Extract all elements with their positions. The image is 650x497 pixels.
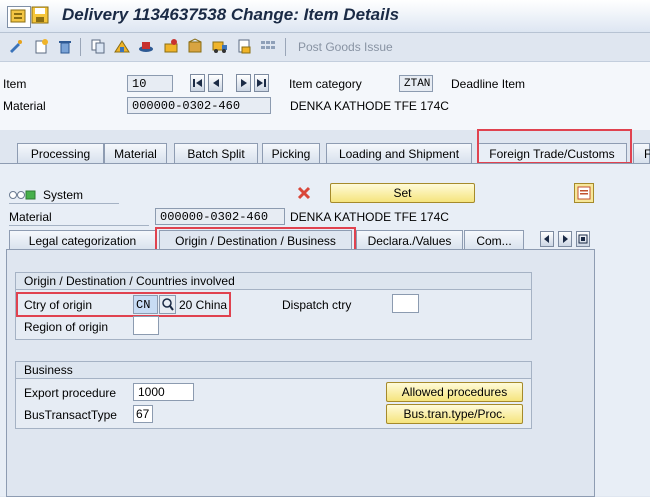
tab-processing[interactable]: Processing	[17, 143, 104, 163]
dispatch-ctry-field[interactable]	[392, 294, 419, 313]
dispatch-ctry-label: Dispatch ctry	[282, 298, 352, 312]
tools-icon[interactable]	[163, 38, 179, 54]
item-header	[0, 62, 650, 130]
grid-icon[interactable]	[260, 38, 276, 54]
item-category-text: Deadline Item	[451, 77, 526, 91]
material-text: DENKA KATHODE TFE 174C	[290, 99, 449, 113]
vehicle-icon[interactable]	[212, 38, 228, 54]
subtab-legal-categorization[interactable]: Legal categorization	[9, 230, 156, 250]
next-item-button[interactable]	[236, 74, 251, 92]
allowed-procedures-button[interactable]: Allowed procedures	[386, 382, 523, 402]
scroll-right-tabs-button[interactable]	[558, 231, 572, 247]
tab-more[interactable]: F	[633, 143, 650, 163]
previous-item-button[interactable]	[208, 74, 223, 92]
new-item-icon[interactable]	[33, 38, 49, 54]
scroll-left-tabs-button[interactable]	[540, 231, 554, 247]
origin-group-title: Origin / Destination / Countries involve…	[16, 273, 531, 290]
window-title: Delivery 1134637538 Change: Item Details	[62, 5, 400, 24]
first-item-button[interactable]	[190, 74, 205, 92]
hierarchy-icon[interactable]	[114, 38, 130, 54]
item-category-field[interactable]: ZTAN	[399, 75, 433, 92]
material-label: Material	[3, 99, 46, 113]
highlight-foreign-trade-tab	[477, 129, 632, 164]
subtab-declara-values[interactable]: Declara./Values	[356, 230, 463, 250]
export-procedure-field[interactable]: 1000	[133, 383, 194, 401]
delete-x-icon[interactable]	[297, 186, 311, 203]
tab-material[interactable]: Material	[104, 143, 167, 163]
system-underline	[9, 203, 119, 204]
delete-icon[interactable]	[57, 38, 73, 54]
material-field[interactable]: 000000-0302-460	[127, 97, 271, 114]
material-underline	[9, 225, 149, 226]
set-button[interactable]: Set	[330, 183, 475, 203]
ft-material-field[interactable]: 000000-0302-460	[155, 208, 285, 225]
region-of-origin-field[interactable]	[133, 316, 159, 335]
tab-picking[interactable]: Picking	[262, 143, 320, 163]
item-category-label: Item category	[289, 77, 362, 91]
bus-transact-type-field[interactable]: 67	[133, 405, 153, 423]
item-label: Item	[3, 77, 27, 91]
system-label: System	[43, 188, 84, 202]
ft-material-text: DENKA KATHODE TFE 174C	[290, 210, 449, 224]
hat-icon[interactable]	[138, 38, 154, 54]
subtab-com[interactable]: Com...	[464, 230, 524, 250]
post-goods-issue-button[interactable]: Post Goods Issue	[298, 40, 393, 54]
doc-icon[interactable]	[236, 38, 252, 54]
save-icon[interactable]	[31, 6, 49, 24]
tab-list-button[interactable]	[576, 231, 590, 247]
export-procedure-label: Export procedure	[24, 386, 117, 400]
bus-transact-type-label: BusTransactType	[24, 408, 117, 422]
tab-batch-split[interactable]: Batch Split	[174, 143, 258, 163]
package-icon[interactable]	[187, 38, 203, 54]
region-of-origin-label: Region of origin	[24, 320, 109, 334]
last-item-button[interactable]	[254, 74, 269, 92]
menu-icon[interactable]	[7, 6, 31, 28]
copy-icon[interactable]	[90, 38, 106, 54]
ft-material-label: Material	[9, 210, 52, 224]
toolbar-separator	[285, 38, 286, 56]
tab-loading-and-shipment[interactable]: Loading and Shipment	[326, 143, 472, 163]
business-group-title: Business	[16, 362, 531, 379]
title-bar: Delivery 1134637538 Change: Item Details	[0, 0, 650, 33]
info-doc-icon[interactable]	[574, 183, 594, 203]
highlight-ctry-of-origin	[16, 292, 231, 317]
highlight-origin-subtab	[155, 227, 356, 251]
bus-tran-type-proc-button[interactable]: Bus.tran.type/Proc.	[386, 404, 523, 424]
system-status-icon	[9, 189, 37, 203]
toolbar-separator	[80, 38, 81, 56]
edit-icon[interactable]	[8, 38, 24, 54]
item-field[interactable]: 10	[127, 75, 173, 92]
